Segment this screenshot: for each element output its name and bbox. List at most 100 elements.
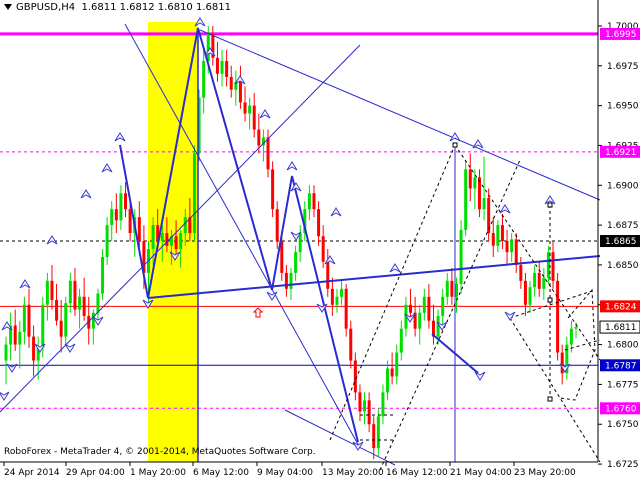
forecast-point xyxy=(547,396,553,402)
candle-body xyxy=(556,280,560,353)
x-tick-label: 23 May 20:00 xyxy=(514,468,576,478)
candle-body xyxy=(18,331,22,345)
candle-body xyxy=(128,209,132,234)
candle-body xyxy=(160,233,164,242)
x-tick-label: 9 May 04:00 xyxy=(257,468,313,478)
wave-markers xyxy=(0,17,571,451)
candle-body xyxy=(510,239,514,253)
candle-body xyxy=(101,256,105,294)
candle-body xyxy=(464,169,468,230)
candle-body xyxy=(386,368,390,393)
candle-body xyxy=(500,225,504,242)
x-tick-label: 6 May 12:00 xyxy=(193,468,249,478)
candle-body xyxy=(523,280,527,305)
wave-marker-icon xyxy=(474,371,486,381)
candle-body xyxy=(252,105,256,130)
candle-body xyxy=(105,225,109,257)
candle-body xyxy=(220,61,224,74)
forecast-point xyxy=(452,142,458,148)
forecast-point xyxy=(547,202,553,208)
candle-body xyxy=(505,241,509,253)
wave-marker-icon xyxy=(34,343,46,353)
candle-body xyxy=(257,129,261,146)
candle-body xyxy=(225,61,229,77)
candle-body xyxy=(114,209,118,221)
candle-body xyxy=(395,352,399,377)
candle-body xyxy=(537,272,541,289)
wave-marker-icon xyxy=(64,343,76,353)
candle-body xyxy=(349,328,353,361)
y-tick-label: 1.6975 xyxy=(607,62,639,72)
level-price-label: 1.6760 xyxy=(605,404,637,414)
candle-body xyxy=(427,296,431,321)
candle-body xyxy=(390,368,394,377)
forecast-line xyxy=(379,159,521,471)
candle-body xyxy=(307,193,311,210)
x-tick-label: 13 May 20:00 xyxy=(322,468,384,478)
candle-body xyxy=(418,312,422,329)
candle-body xyxy=(215,57,219,74)
candle-body xyxy=(82,296,86,316)
candle-body xyxy=(50,280,54,300)
level-lines xyxy=(0,32,598,409)
level-price-label: 1.6921 xyxy=(605,148,637,158)
trend-line xyxy=(147,255,601,299)
candle-body xyxy=(496,225,500,246)
candle-body xyxy=(409,304,413,313)
copyright-text: RoboForex - MetaTrader 4, © 2001-2014, M… xyxy=(4,447,316,457)
candle-body xyxy=(275,209,279,242)
trend-line xyxy=(199,29,601,201)
up-arrow-icon xyxy=(252,307,264,318)
candle-body xyxy=(468,169,472,189)
wave-marker-icon xyxy=(80,189,92,199)
candle-body xyxy=(459,229,463,285)
wave-marker-icon xyxy=(286,161,298,171)
forecast-line xyxy=(509,289,596,319)
candle-body xyxy=(55,299,59,321)
y-tick-label: 1.6850 xyxy=(607,261,639,271)
candle-body xyxy=(202,61,206,98)
x-tick-label: 29 Apr 04:00 xyxy=(66,468,125,478)
wave-marker-icon xyxy=(504,311,516,321)
y-tick-label: 1.6875 xyxy=(607,221,639,231)
candle-body xyxy=(450,280,454,297)
candle-body xyxy=(542,277,546,289)
candle-body xyxy=(284,272,288,289)
y-tick-label: 1.6900 xyxy=(607,181,639,191)
candle-body xyxy=(32,336,36,361)
wave-marker-icon xyxy=(19,279,31,289)
candle-body xyxy=(243,102,247,114)
wave-marker-icon xyxy=(46,235,58,245)
candle-body xyxy=(551,252,555,281)
candle-body xyxy=(45,280,49,305)
forecast-line xyxy=(329,144,456,441)
candle-body xyxy=(119,193,123,221)
wave-marker-icon xyxy=(472,139,484,149)
candle-body xyxy=(165,233,169,246)
candle-body xyxy=(372,424,376,449)
candle-body xyxy=(358,392,362,412)
price-chart[interactable]: 1.70001.69751.69501.69251.69001.68751.68… xyxy=(0,0,640,480)
candle-body xyxy=(376,416,380,449)
candle-body xyxy=(335,296,339,305)
candle-body xyxy=(363,400,367,412)
forecast-point xyxy=(547,297,553,303)
candle-body xyxy=(289,272,293,289)
x-tick-label: 16 May 12:00 xyxy=(386,468,448,478)
candle-body xyxy=(73,280,77,310)
candle-body xyxy=(271,169,275,210)
candle-body xyxy=(569,328,573,345)
x-tick-label: 21 May 04:00 xyxy=(450,468,512,478)
candle-body xyxy=(229,76,233,90)
level-price-label: 1.6787 xyxy=(605,361,637,371)
chart-window[interactable]: GBPUSD,H4 1.6811 1.6812 1.6810 1.6811 1.… xyxy=(0,0,640,480)
wave-marker-icon xyxy=(330,207,342,217)
wave-marker-icon xyxy=(0,391,10,401)
wave-marker-icon xyxy=(259,109,271,119)
candle-body xyxy=(78,296,82,310)
candle-body xyxy=(546,252,550,278)
current-price-label: 1.6811 xyxy=(605,323,637,333)
wave-marker-icon xyxy=(101,163,113,173)
candle-body xyxy=(96,293,100,313)
candle-body xyxy=(4,344,8,361)
